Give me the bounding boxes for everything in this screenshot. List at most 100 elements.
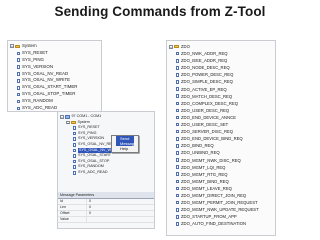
tree-leaf-label: ZDO_END_DEVICE_BIND_REQ (181, 136, 243, 142)
command-icon (176, 51, 179, 56)
command-icon (176, 179, 179, 184)
parameter-value[interactable]: 0 (87, 205, 91, 210)
command-icon (176, 186, 179, 191)
command-icon (176, 172, 179, 177)
tree-leaf-item[interactable]: ZDO_USER_DESC_REQ (169, 107, 259, 114)
tree-leaf-label: ZDO_USER_DESC_REQ (181, 107, 230, 113)
parameter-value[interactable] (87, 217, 89, 222)
tree-leaf-item[interactable]: SYS_PING (10, 57, 77, 64)
tree-leaf-item[interactable]: SYS_VERSION (10, 64, 77, 71)
command-icon (176, 158, 179, 162)
command-icon (176, 94, 179, 98)
command-icon (17, 58, 20, 63)
context-menu-item[interactable]: Send Message (116, 135, 136, 147)
folder-icon (70, 120, 76, 125)
folder-icon (174, 44, 179, 49)
parameter-row[interactable]: Value (58, 217, 154, 223)
command-icon (73, 165, 76, 169)
tree-leaf-item[interactable]: ZDO_MATCH_DESC_REQ (169, 93, 259, 100)
command-icon (176, 80, 179, 84)
tree-leaf-item[interactable]: ZDO_IEEE_ADDR_REQ (169, 57, 259, 64)
tree-leaf-item[interactable]: ZDO_BIND_REQ (169, 142, 259, 149)
tree-leaf-label: SYS_RESET (22, 49, 48, 55)
slide-title: Sending Commands from Z-Tool (54, 4, 266, 19)
tree-leaf-item[interactable]: ZDO_MGMT_RTG_REQ (169, 171, 259, 178)
tree-leaf-item[interactable]: SYS_OSAL_STOP_TIMER (10, 91, 77, 98)
tree-leaf-label: ZDO_MATCH_DESC_REQ (181, 93, 233, 99)
command-icon (176, 165, 179, 169)
tree-leaf-item[interactable]: SYS_OSAL_NV_WRITE (10, 77, 77, 84)
collapse-toggle-icon[interactable]: − (169, 44, 173, 49)
parameter-value[interactable]: 0 (87, 199, 91, 204)
tree-leaf-item[interactable]: ZDO_STARTUP_FROM_APP (169, 213, 259, 220)
tree-leaf-item[interactable]: ZDO_USER_DESC_SET (169, 121, 259, 128)
collapse-toggle-icon[interactable]: − (10, 44, 14, 49)
tree-leaf-item[interactable]: ZDO_MGMT_NWK_DISC_REQ (169, 157, 259, 164)
tree-node-system[interactable]: − System (10, 43, 77, 50)
command-icon (17, 85, 20, 90)
tree-node-zdo[interactable]: − ZDO (169, 43, 259, 50)
tree-leaf-label: ZDO_STARTUP_FROM_APP (181, 214, 237, 220)
tree-leaf-label: ZDO_IEEE_ADDR_REQ (181, 58, 228, 64)
parameter-name: Len (58, 205, 87, 210)
tree-leaf-label: SYS_ADC_READ (78, 169, 108, 174)
command-icon (176, 73, 179, 77)
parameter-name: Value (58, 217, 87, 222)
command-icon (176, 144, 179, 148)
tree-leaf-item[interactable]: ZDO_MGMT_DIRECT_JOIN_REQ (169, 192, 259, 199)
tree-leaf-item[interactable]: ZDO_AUTO_FIND_DESTINATION (169, 220, 259, 227)
tree-leaf-item[interactable]: SYS_OSAL_START_TIMER (10, 84, 77, 91)
tree-leaf-item[interactable]: ZDO_ACTIVE_EP_REQ (169, 86, 259, 93)
parameter-value[interactable]: 0 (87, 211, 91, 216)
tree-leaf-item[interactable]: ZDO_POWER_DESC_REQ (169, 71, 259, 78)
command-icon (17, 51, 20, 56)
tree-leaf-label: ZDO_NODE_DESC_REQ (181, 65, 230, 71)
tree-leaf-item[interactable]: ZDO_MGMT_LEAVE_REQ (169, 185, 259, 192)
tree-leaf-item[interactable]: ZDO_MGMT_LQI_REQ (169, 164, 259, 171)
tree-leaf-label: ZDO_MGMT_LQI_REQ (181, 164, 226, 170)
parameter-name: Offset (58, 211, 87, 216)
command-icon (73, 159, 76, 164)
tree-leaf-item[interactable]: ZDO_SIMPLE_DESC_REQ (169, 78, 259, 85)
command-icon (176, 115, 179, 120)
tree-leaf-label: SYS_PING (22, 56, 44, 62)
command-icon (176, 87, 179, 91)
tree-leaf-label: ZDO_MGMT_NWK_UPDATE_REQUEST (181, 207, 259, 213)
parameter-name: Id (58, 199, 87, 204)
tree-leaf-item[interactable]: SYS_RANDOM (10, 98, 77, 105)
tree-leaf-item[interactable]: ZDO_MGMT_PERMIT_JOIN_REQUEST (169, 199, 259, 206)
tree-leaf-item[interactable]: ZDO_MGMT_NWK_UPDATE_REQUEST (169, 206, 259, 213)
tree-node-label: ZDO (181, 44, 190, 49)
command-icon (73, 170, 76, 175)
tree-leaf-item[interactable]: ZDO_SERVER_DISC_REQ (169, 128, 259, 135)
tree-leaf-item[interactable]: SYS_RESET (10, 50, 77, 57)
command-icon (73, 148, 76, 153)
command-icon (176, 122, 179, 127)
collapse-toggle-icon[interactable]: − (60, 115, 64, 119)
tree-leaf-item[interactable]: ZDO_NWK_ADDR_REQ (169, 50, 259, 57)
tree-node-label: System (22, 43, 37, 48)
command-icon (73, 137, 76, 141)
tree-leaf-item[interactable]: SYS_OSAL_NV_READ (10, 71, 77, 78)
collapse-toggle-icon[interactable]: − (66, 120, 70, 125)
zdo-tree: − ZDO ZDO_NWK_ADDR_REQ ZDO_IEEE_ADDR_REQ Z… (169, 43, 259, 227)
tree-leaf-label: ZDO_UNBIND_REQ (181, 150, 220, 156)
tree-leaf-item[interactable]: ZDO_END_DEVICE_BIND_REQ (169, 135, 259, 142)
port-icon (64, 115, 70, 119)
tree-leaf-item[interactable]: ZDO_END_DEVICE_ANNCE (169, 114, 259, 121)
command-icon (17, 92, 20, 97)
command-icon (17, 79, 20, 83)
tree-leaf-item[interactable]: ZDO_MGMT_BIND_REQ (169, 178, 259, 185)
tree-leaf-label: ZDO_MGMT_BIND_REQ (181, 178, 229, 184)
context-menu-item[interactable]: Help (116, 146, 134, 151)
tree-leaf-item[interactable]: SYS_ADC_READ (60, 170, 120, 176)
tree-leaf-item[interactable]: ZDO_COMPLEX_DESC_REQ (169, 100, 259, 107)
command-icon (176, 222, 179, 226)
tree-leaf-item[interactable]: ZDO_NODE_DESC_REQ (169, 64, 259, 71)
tree-leaf-item[interactable]: ZDO_UNBIND_REQ (169, 149, 259, 156)
tree-leaf-label: ZDO_MGMT_LEAVE_REQ (181, 185, 232, 191)
command-icon (17, 65, 20, 69)
command-icon (73, 131, 76, 136)
tree-leaf-label: ZDO_END_DEVICE_ANNCE (181, 114, 236, 120)
tree-leaf-label: ZDO_SERVER_DISC_REQ (181, 129, 234, 135)
